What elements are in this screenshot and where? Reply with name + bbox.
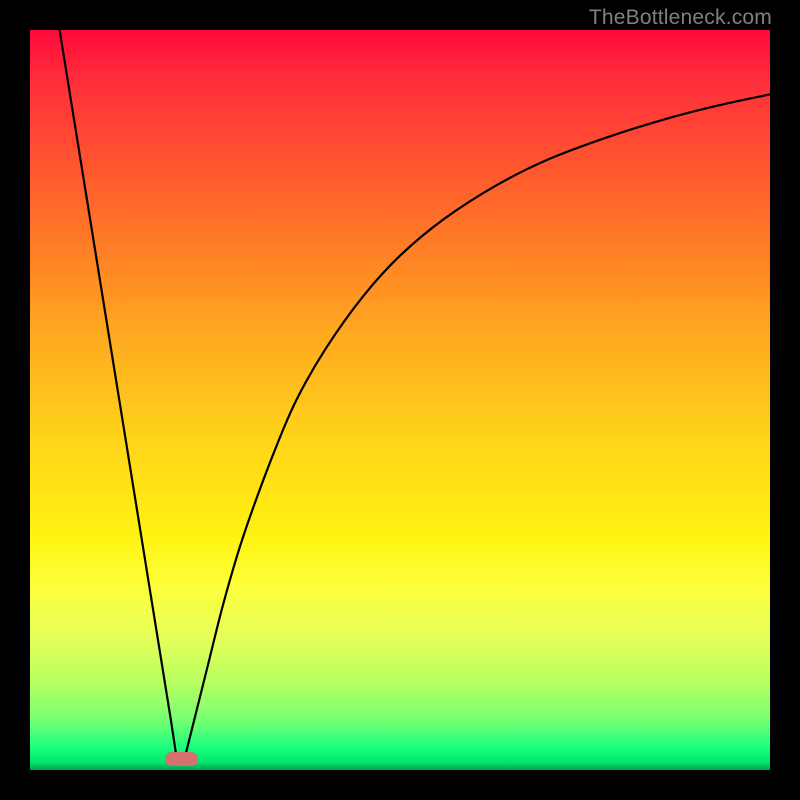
curve-right-branch (185, 94, 770, 755)
curve-left-branch (60, 30, 176, 752)
curve-svg (30, 30, 770, 770)
watermark-text: TheBottleneck.com (589, 6, 772, 30)
chart-frame: TheBottleneck.com (0, 0, 800, 800)
minimum-marker (165, 752, 198, 767)
plot-area (30, 30, 770, 770)
